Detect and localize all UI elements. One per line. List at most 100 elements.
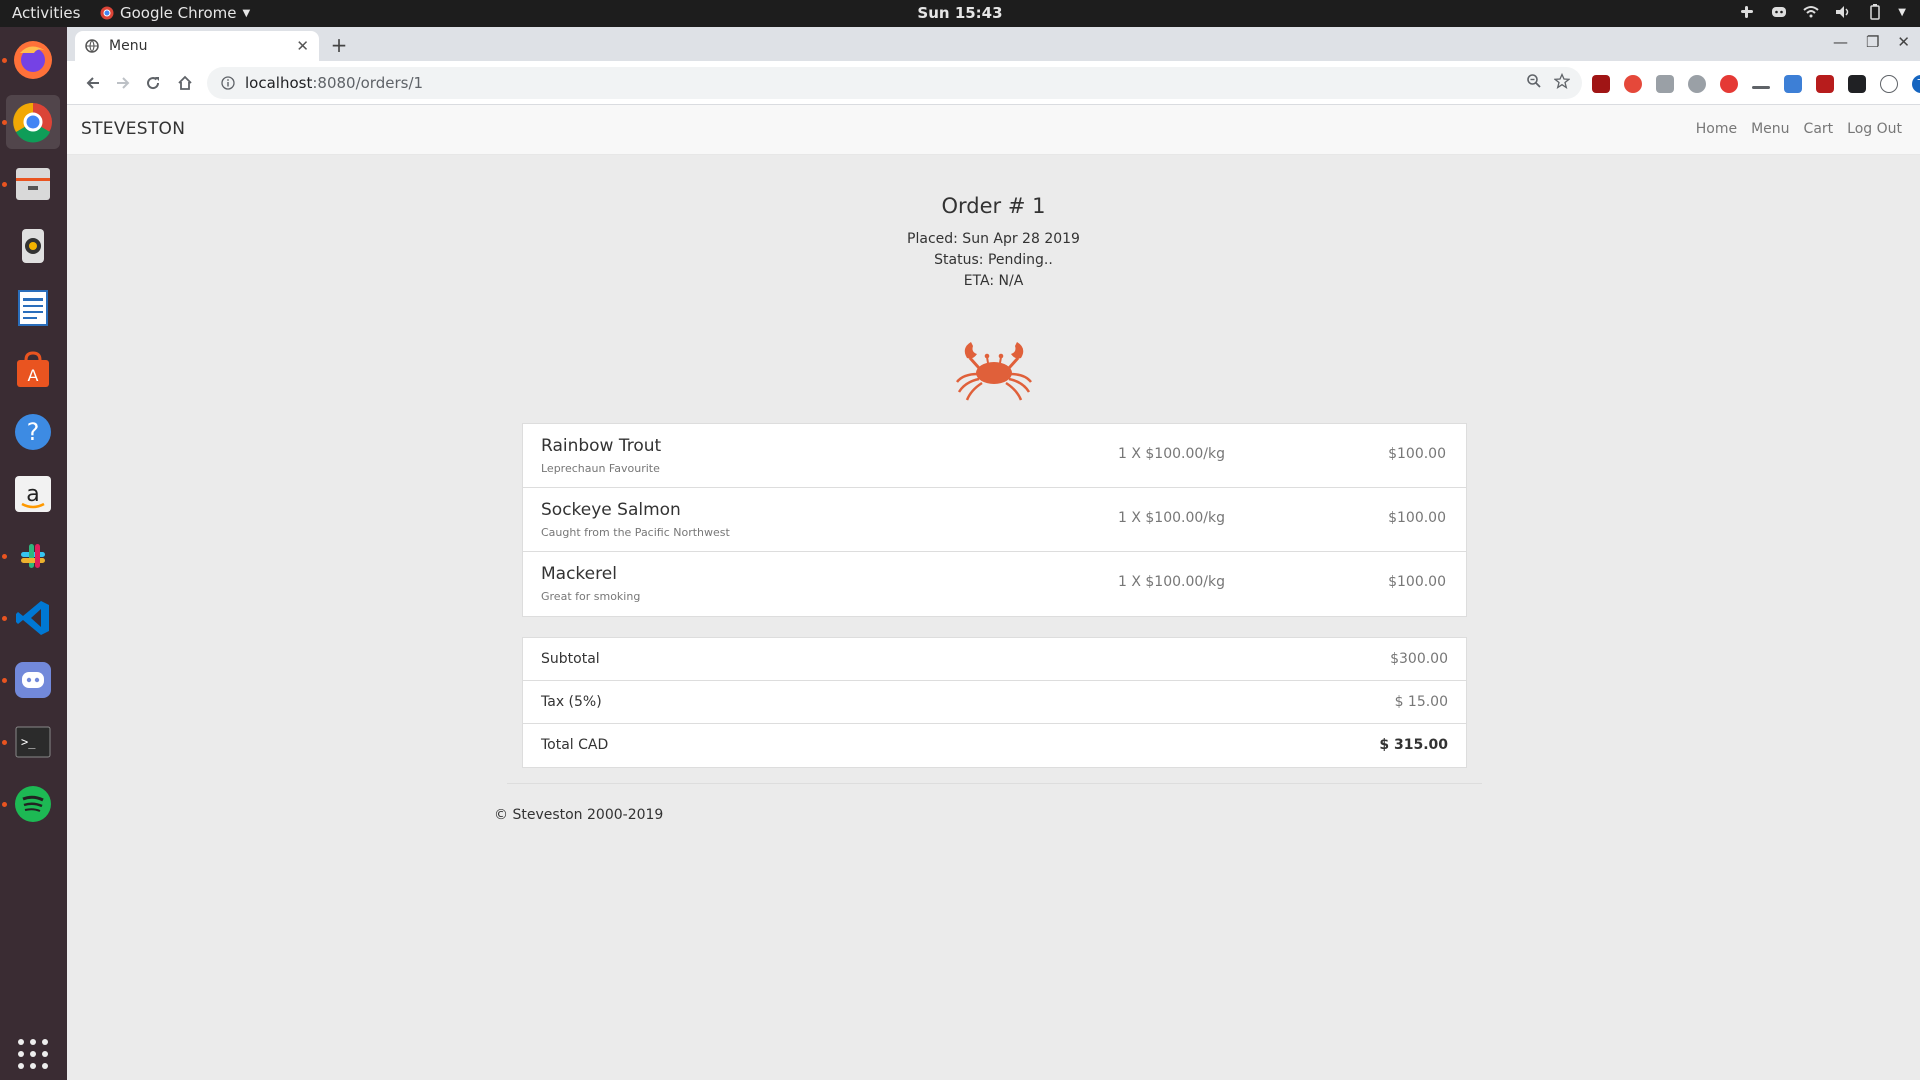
close-tab-icon[interactable]: ✕ xyxy=(296,37,309,55)
dock-slack[interactable] xyxy=(6,529,60,583)
slack-tray-icon[interactable] xyxy=(1738,3,1756,21)
profile-avatar[interactable]: T xyxy=(1912,74,1920,93)
browser-toolbar: localhost:8080/orders/1 T ⋮ xyxy=(67,61,1920,105)
volume-icon[interactable] xyxy=(1834,3,1852,21)
order-title: Order # 1 xyxy=(941,194,1046,218)
item-quantity: 1 X $100.00/kg xyxy=(1118,510,1226,526)
order-eta: ETA: N/A xyxy=(963,273,1024,289)
nav-link-menu[interactable]: Menu xyxy=(1751,121,1789,137)
dock-help[interactable]: ? xyxy=(6,405,60,459)
extension-m-icon[interactable] xyxy=(1688,74,1706,93)
system-tray[interactable]: ▼ xyxy=(1738,3,1906,21)
dock-rhythmbox[interactable] xyxy=(6,219,60,273)
order-items-list: Rainbow Trout Leprechaun Favourite 1 X $… xyxy=(522,423,1467,617)
dock-files[interactable] xyxy=(6,157,60,211)
chevron-down-icon: ▼ xyxy=(242,7,251,19)
item-name: Mackerel xyxy=(541,564,617,584)
show-applications-button[interactable] xyxy=(6,1027,60,1080)
star-icon[interactable] xyxy=(1554,73,1570,89)
arrow-right-icon xyxy=(117,77,130,89)
zoom-icon[interactable] xyxy=(1526,73,1542,89)
svg-text:A: A xyxy=(28,366,39,385)
chevron-down-icon[interactable]: ▼ xyxy=(1898,7,1906,18)
item-price: $100.00 xyxy=(1388,446,1446,462)
nav-link-cart[interactable]: Cart xyxy=(1804,121,1834,137)
tax-row: Tax (5%) $ 15.00 xyxy=(523,681,1466,724)
extension-record-icon[interactable] xyxy=(1720,74,1738,93)
restore-button[interactable]: ❐ xyxy=(1866,33,1879,51)
forward-button[interactable] xyxy=(111,71,135,95)
subtotal-row: Subtotal $300.00 xyxy=(523,638,1466,681)
clock[interactable]: Sun 15:43 xyxy=(917,4,1002,22)
tab-title: Menu xyxy=(109,38,148,54)
ublock-extension-icon[interactable] xyxy=(1592,74,1610,93)
dock-chrome[interactable] xyxy=(6,95,60,149)
browser-window: Menu ✕ + — ❐ ✕ localhost:8080/orders/1 xyxy=(67,27,1920,1080)
dock-amazon[interactable]: a xyxy=(6,467,60,521)
extension-pulse-icon[interactable] xyxy=(1752,85,1770,89)
dock-writer[interactable] xyxy=(6,281,60,335)
vscode-icon xyxy=(16,601,49,635)
svg-text:a: a xyxy=(26,482,39,507)
app-name: Google Chrome xyxy=(120,4,237,22)
speaker-icon xyxy=(22,229,44,263)
extension-dark-icon[interactable] xyxy=(1848,74,1866,93)
item-description: Caught from the Pacific Northwest xyxy=(541,526,730,539)
item-description: Leprechaun Favourite xyxy=(541,462,660,475)
address-bar[interactable]: localhost:8080/orders/1 xyxy=(207,67,1582,99)
dock-terminal[interactable]: >_ xyxy=(6,715,60,769)
close-window-button[interactable]: ✕ xyxy=(1897,33,1910,51)
activities-button[interactable]: Activities xyxy=(12,4,80,22)
battery-icon[interactable] xyxy=(1866,3,1884,21)
back-button[interactable] xyxy=(81,71,105,95)
extension-red-icon[interactable] xyxy=(1624,74,1642,93)
minimize-button[interactable]: — xyxy=(1833,33,1848,51)
chrome-icon xyxy=(13,102,52,143)
footer-copyright: © Steveston 2000-2019 xyxy=(494,807,664,823)
nav-link-logout[interactable]: Log Out xyxy=(1847,121,1902,137)
firefox-icon xyxy=(14,41,52,79)
document-icon xyxy=(18,290,48,326)
terminal-icon: >_ xyxy=(15,726,51,758)
total-row: Total CAD $ 315.00 xyxy=(523,724,1466,767)
dock-software-center[interactable]: A xyxy=(6,343,60,397)
running-indicator xyxy=(2,182,7,187)
tab-strip: Menu ✕ + — ❐ ✕ xyxy=(67,27,1920,61)
svg-text:>_: >_ xyxy=(21,735,36,749)
running-indicator xyxy=(2,58,7,63)
order-totals: Subtotal $300.00 Tax (5%) $ 15.00 Total … xyxy=(522,637,1467,768)
arrow-left-icon xyxy=(86,77,99,89)
extension-shield-icon[interactable] xyxy=(1816,74,1834,93)
nav-link-home[interactable]: Home xyxy=(1696,121,1737,137)
extensions-bar: T ⋮ xyxy=(1592,74,1920,93)
wifi-icon[interactable] xyxy=(1802,3,1820,21)
item-price: $100.00 xyxy=(1388,510,1446,526)
dock-discord[interactable] xyxy=(6,653,60,707)
file-cabinet-icon xyxy=(16,168,50,200)
chrome-small-icon xyxy=(100,6,114,20)
item-quantity: 1 X $100.00/kg xyxy=(1118,574,1226,590)
extension-circle-icon[interactable] xyxy=(1880,74,1898,93)
app-menu[interactable]: Google Chrome ▼ xyxy=(100,4,250,22)
dock-spotify[interactable] xyxy=(6,777,60,831)
extension-blue-icon[interactable] xyxy=(1784,74,1802,93)
list-item: Sockeye Salmon Caught from the Pacific N… xyxy=(523,488,1466,552)
new-tab-button[interactable]: + xyxy=(327,33,351,57)
total-value: $ 315.00 xyxy=(1379,737,1448,753)
list-item: Mackerel Great for smoking 1 X $100.00/k… xyxy=(523,552,1466,616)
tab-menu[interactable]: Menu ✕ xyxy=(75,31,319,61)
discord-tray-icon[interactable] xyxy=(1770,3,1788,21)
home-button[interactable] xyxy=(173,71,197,95)
amazon-icon: a xyxy=(15,476,51,512)
subtotal-value: $300.00 xyxy=(1390,651,1448,667)
globe-icon xyxy=(85,39,99,53)
dock-firefox[interactable] xyxy=(6,33,60,87)
dock: A ? a >_ xyxy=(0,27,67,1080)
info-icon[interactable] xyxy=(221,76,235,90)
footer-divider xyxy=(507,783,1482,784)
dock-vscode[interactable] xyxy=(6,591,60,645)
site-brand[interactable]: STEVESTON xyxy=(81,119,185,139)
reload-button[interactable] xyxy=(141,71,165,95)
shopping-bag-icon: A xyxy=(17,351,49,387)
extension-gray-icon[interactable] xyxy=(1656,74,1674,93)
